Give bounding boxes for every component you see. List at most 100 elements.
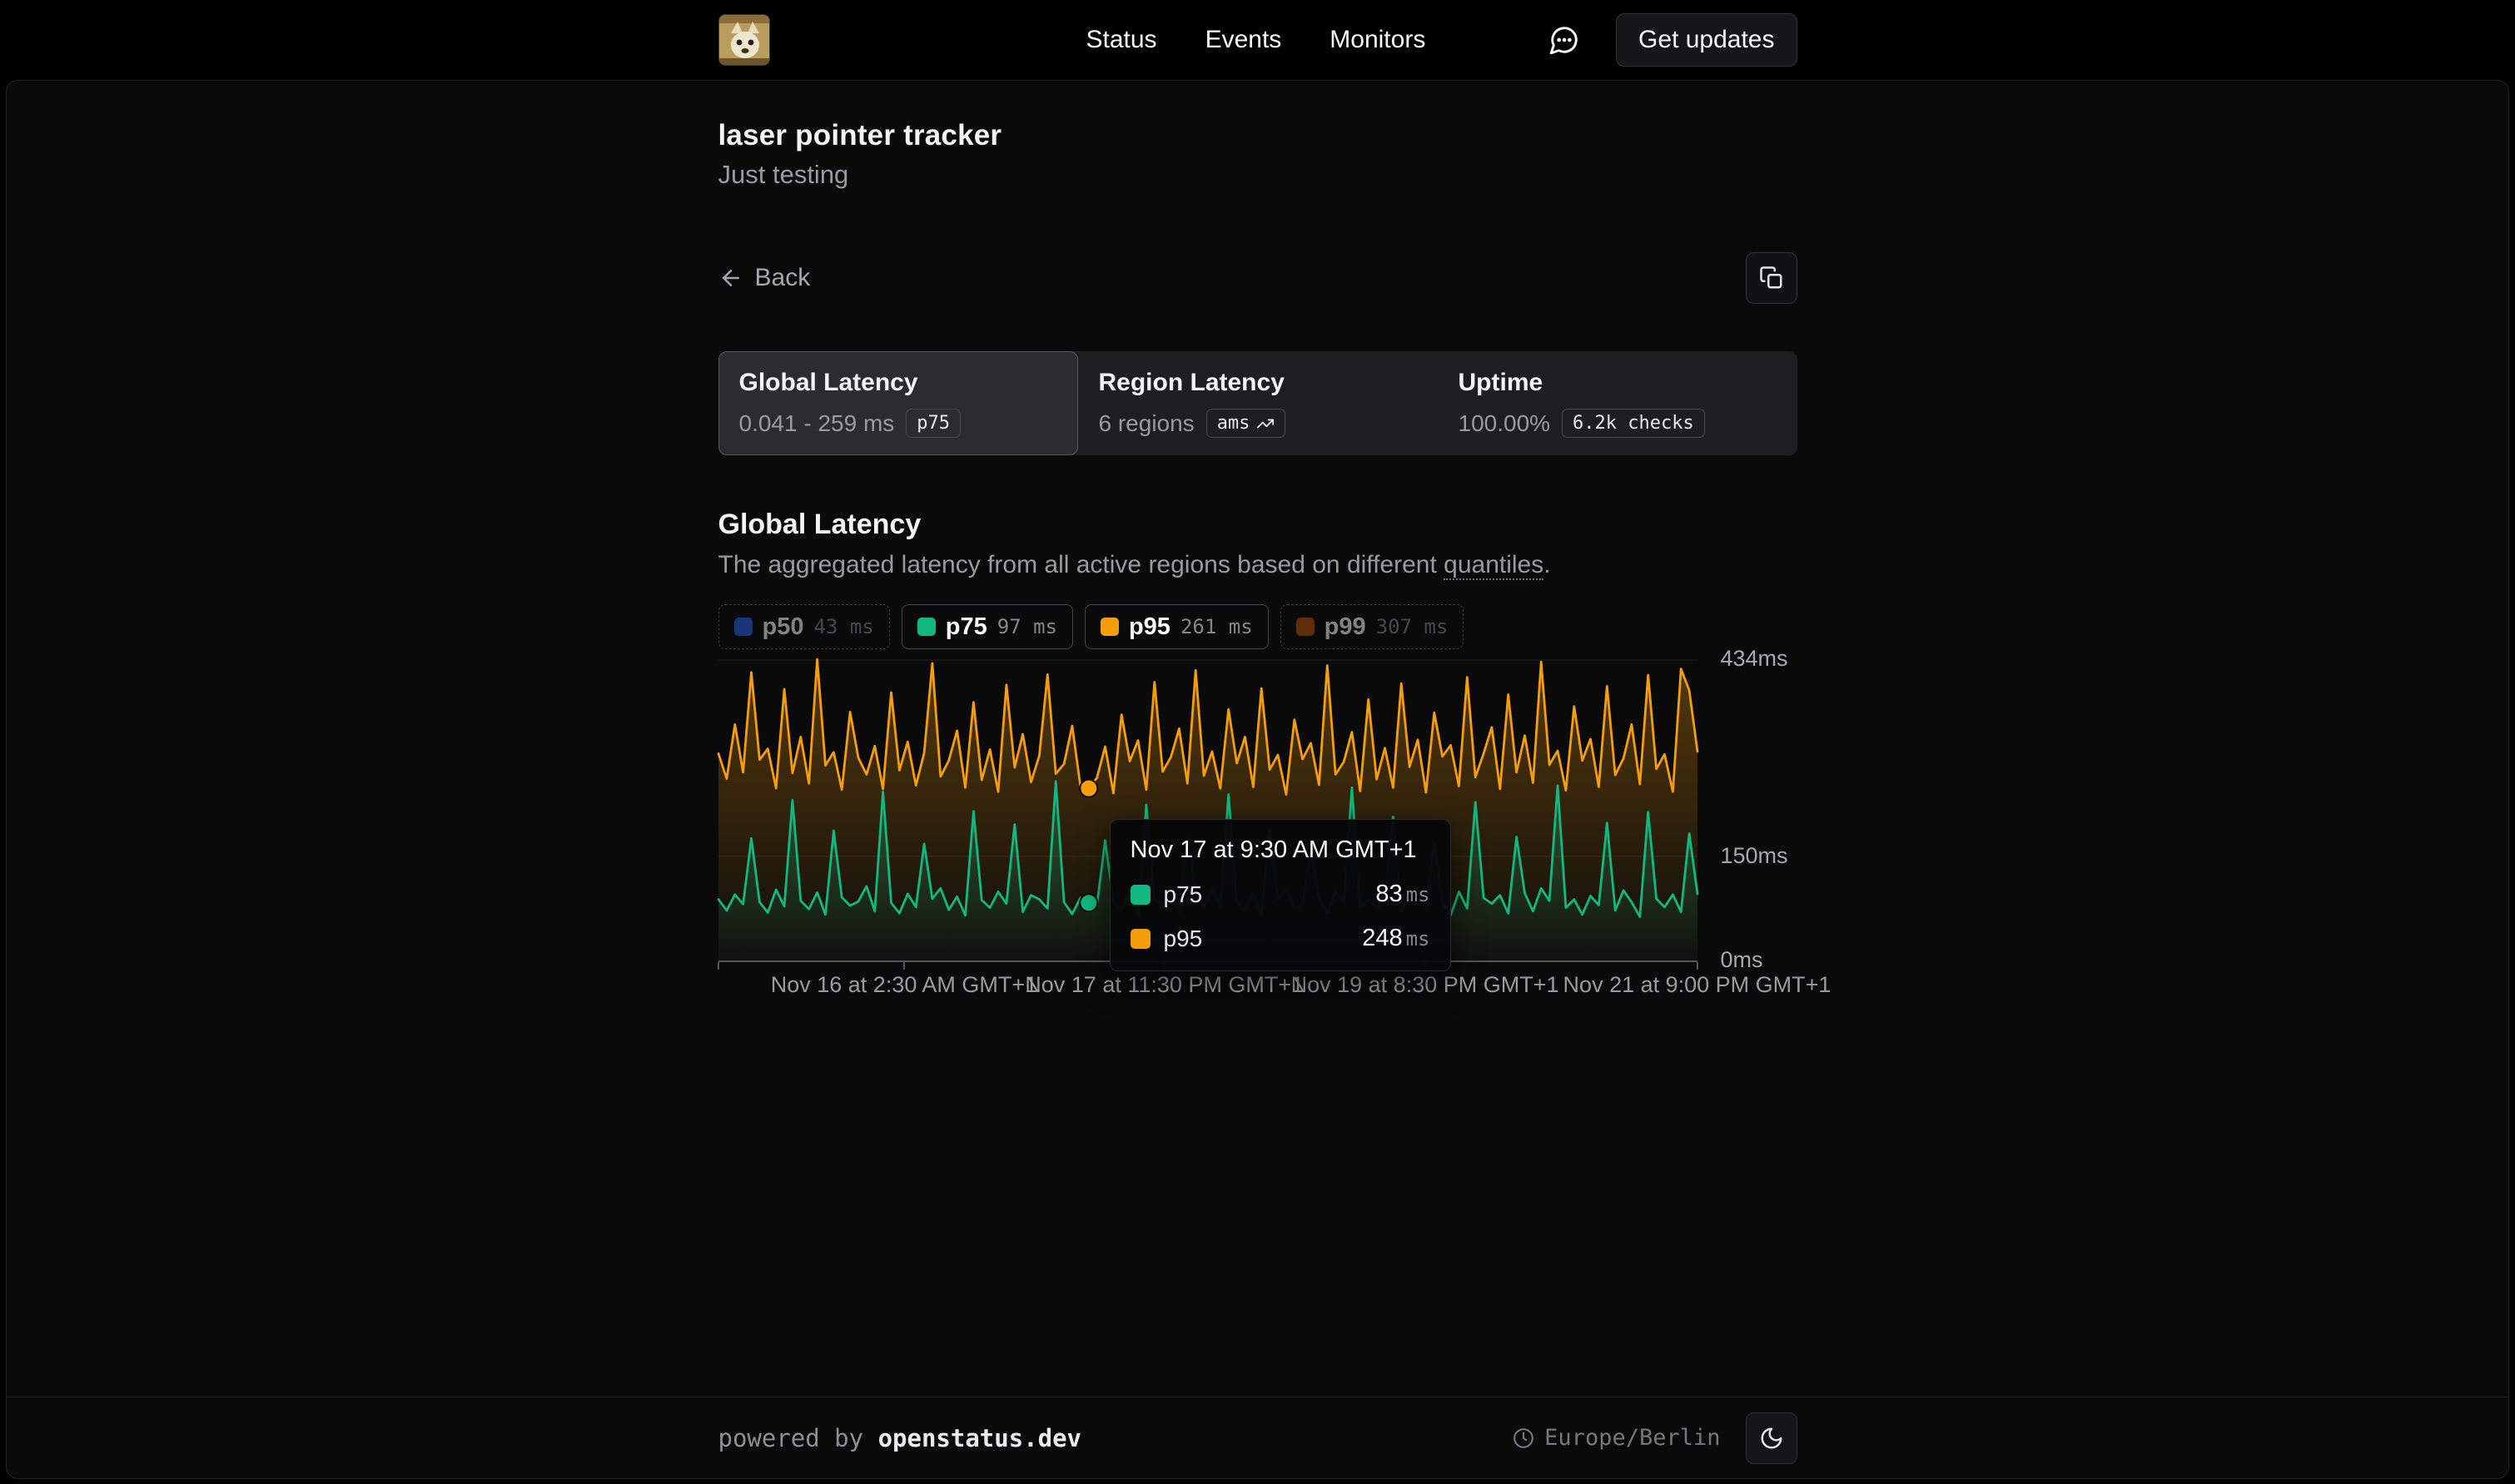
legend-value: 261 ms	[1180, 615, 1253, 638]
quantiles-link[interactable]: quantiles	[1444, 551, 1543, 580]
description-period: .	[1543, 551, 1550, 578]
site-logo[interactable]	[718, 14, 770, 66]
tab-subtitle-text: 0.041 - 259 ms	[739, 410, 895, 437]
chart-tooltip: Nov 17 at 9:30 AM GMT+1 p75 83ms p95 248ms	[1110, 819, 1451, 971]
timezone-display: Europe/Berlin	[1513, 1425, 1720, 1451]
x-tick	[718, 962, 719, 970]
tab-subtitle: 6 regions ams	[1099, 409, 1417, 438]
tooltip-series-label: p95	[1164, 926, 1203, 952]
x-tick-label: Nov 17 at 11:30 PM GMT+1	[1025, 972, 1304, 998]
nav-links: Status Events Monitors	[1086, 26, 1426, 54]
chart-legend: p50 43 ms p75 97 ms p95 261 ms p99 307 ms	[718, 604, 1797, 649]
y-tick-label-434: 434ms	[1721, 646, 1788, 672]
x-tick-label: Nov 16 at 2:30 AM GMT+1	[771, 972, 1037, 998]
x-tick-label: Nov 19 at 8:30 PM GMT+1	[1291, 972, 1559, 998]
tab-badge-label: 6.2k checks	[1573, 413, 1694, 434]
nav-link-status[interactable]: Status	[1086, 26, 1157, 54]
tab-badge: 6.2k checks	[1562, 409, 1705, 438]
p75-color-swatch	[917, 618, 936, 636]
legend-chip-content: p99 307 ms	[1296, 613, 1449, 641]
tab-subtitle: 0.041 - 259 ms p75	[739, 409, 1057, 438]
tooltip-row-p95: p95 248ms	[1131, 925, 1430, 952]
theme-toggle-button[interactable]	[1746, 1412, 1797, 1464]
x-axis-tick-labels: Nov 16 at 2:30 AM GMT+1Nov 17 at 11:30 P…	[718, 972, 1697, 1010]
legend-chip-p50[interactable]: p50 43 ms	[718, 604, 890, 649]
description-text: The aggregated latency from all active r…	[718, 551, 1444, 578]
legend-label: p50	[763, 613, 804, 641]
tab-subtitle-text: 100.00%	[1459, 410, 1551, 437]
legend-chip-p99[interactable]: p99 307 ms	[1280, 604, 1464, 649]
p75-tooltip-swatch	[1131, 885, 1151, 905]
p95-color-swatch	[1101, 618, 1119, 636]
legend-value: 97 ms	[997, 615, 1057, 638]
copy-icon	[1759, 266, 1784, 290]
legend-value: 307 ms	[1376, 615, 1449, 638]
tooltip-row-p75: p75 83ms	[1131, 881, 1430, 908]
tab-title: Global Latency	[739, 369, 1057, 397]
tooltip-unit: ms	[1406, 927, 1430, 950]
moon-icon	[1759, 1426, 1784, 1451]
x-tick-label: Nov 21 at 9:00 PM GMT+1	[1563, 972, 1832, 998]
tab-uptime[interactable]: Uptime 100.00% 6.2k checks	[1438, 351, 1797, 455]
top-nav: Status Events Monitors Get updates	[0, 0, 2515, 80]
tab-global-latency[interactable]: Global Latency 0.041 - 259 ms p75	[718, 351, 1078, 455]
chart-plot-area[interactable]: 434ms150ms0ms Nov 17 at 9:30 AM GMT+1 p7…	[718, 659, 1697, 960]
legend-value: 43 ms	[813, 615, 873, 638]
latency-chart[interactable]: 434ms150ms0ms Nov 17 at 9:30 AM GMT+1 p7…	[718, 659, 1797, 1010]
tooltip-unit: ms	[1406, 883, 1430, 906]
section-title: Global Latency	[718, 509, 1797, 541]
legend-label: p95	[1129, 613, 1171, 641]
tab-subtitle-text: 6 regions	[1099, 410, 1195, 437]
tab-title: Region Latency	[1099, 369, 1417, 397]
status-page-card: laser pointer tracker Just testing Back …	[6, 80, 2509, 1479]
powered-prefix: powered by	[718, 1424, 878, 1452]
legend-chip-p75[interactable]: p75 97 ms	[902, 604, 1073, 649]
back-label: Back	[755, 264, 811, 292]
legend-chip-p95[interactable]: p95 261 ms	[1085, 604, 1269, 649]
tab-region-latency[interactable]: Region Latency 6 regions ams	[1078, 351, 1438, 455]
legend-label: p99	[1325, 613, 1366, 641]
back-link[interactable]: Back	[718, 264, 811, 292]
tab-badge: p75	[906, 409, 961, 438]
hover-dot-p75	[1080, 894, 1097, 911]
legend-chip-content: p95 261 ms	[1101, 613, 1253, 641]
y-tick-label-150: 150ms	[1721, 843, 1788, 869]
arrow-left-icon	[718, 266, 743, 290]
powered-by[interactable]: powered by openstatus.dev	[718, 1424, 1082, 1452]
openstatus-brand-link[interactable]: openstatus.dev	[878, 1424, 1081, 1452]
metric-tabs: Global Latency 0.041 - 259 ms p75 Region La…	[718, 351, 1797, 455]
x-tick	[903, 962, 905, 970]
legend-chip-content: p50 43 ms	[734, 613, 874, 641]
timezone-label: Europe/Berlin	[1544, 1425, 1720, 1451]
cat-logo-image	[719, 15, 770, 66]
nav-link-monitors[interactable]: Monitors	[1330, 26, 1425, 54]
x-tick	[1697, 962, 1698, 970]
y-tick-label-0: 0ms	[1721, 947, 1763, 973]
tooltip-series-label: p75	[1164, 881, 1203, 908]
trending-up-icon	[1256, 414, 1275, 433]
section-description: The aggregated latency from all active r…	[718, 551, 1797, 579]
page-title: laser pointer tracker	[718, 119, 1797, 152]
p95-tooltip-swatch	[1131, 929, 1151, 949]
get-updates-button[interactable]: Get updates	[1616, 13, 1797, 67]
tab-title: Uptime	[1459, 369, 1777, 397]
tab-subtitle: 100.00% 6.2k checks	[1459, 409, 1777, 438]
legend-label: p75	[946, 613, 987, 641]
tooltip-value: 83	[1375, 881, 1402, 908]
copy-link-button[interactable]	[1746, 252, 1797, 304]
tooltip-value: 248	[1362, 925, 1402, 952]
chat-bubble-icon	[1548, 24, 1580, 56]
tooltip-rows: p75 83ms p95 248ms	[1131, 881, 1430, 952]
legend-chip-content: p75 97 ms	[917, 613, 1057, 641]
tooltip-title: Nov 17 at 9:30 AM GMT+1	[1131, 836, 1430, 864]
tab-badge-label: ams	[1217, 413, 1250, 434]
p50-color-swatch	[734, 618, 753, 636]
clock-icon	[1513, 1427, 1534, 1449]
page-footer: powered by openstatus.dev Europe/Berlin	[7, 1397, 2508, 1478]
tab-badge-label: p75	[917, 413, 950, 434]
tab-badge: ams	[1206, 409, 1286, 438]
feedback-chat-button[interactable]	[1546, 22, 1583, 58]
p99-color-swatch	[1296, 618, 1315, 636]
nav-link-events[interactable]: Events	[1205, 26, 1282, 54]
hover-dot-p95	[1080, 780, 1097, 797]
